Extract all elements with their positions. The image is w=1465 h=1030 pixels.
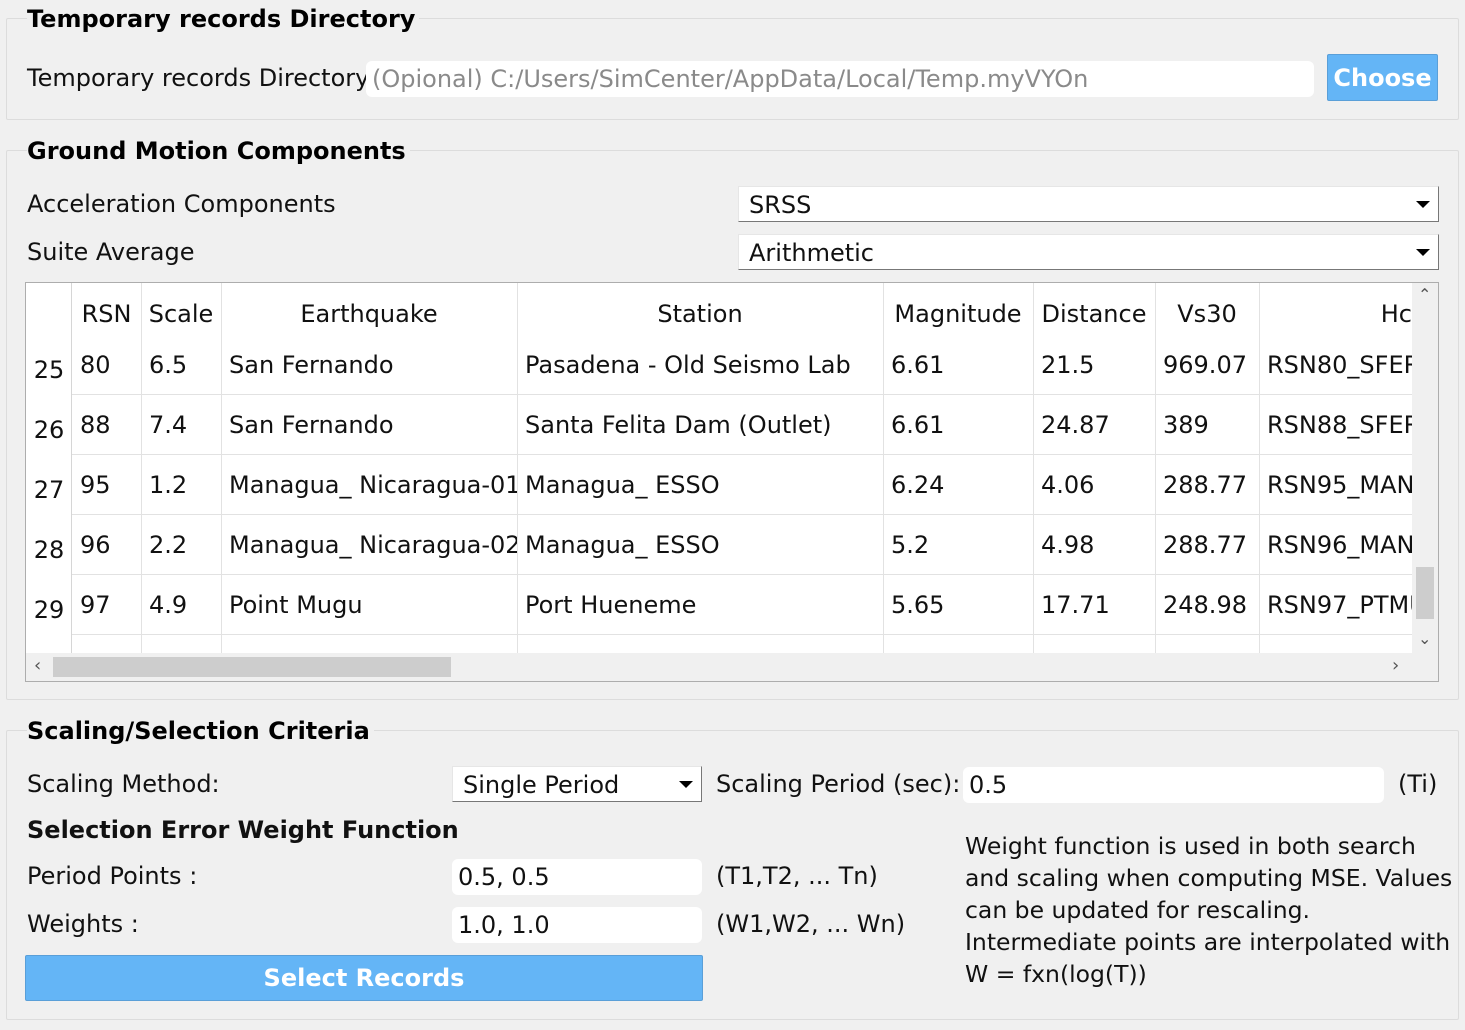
table-cell-distance[interactable]: 17.71 (1033, 579, 1155, 639)
records-table[interactable]: RSN Scale Earthquake Station Magnitude D… (25, 282, 1439, 682)
column-header-distance[interactable]: Distance (1033, 283, 1155, 343)
temp-records-placeholder: (Opional) C:/Users/SimCenter/AppData/Loc… (372, 65, 1089, 93)
scaling-period-input[interactable]: 0.5 (963, 767, 1384, 803)
horizontal-scroll-thumb[interactable] (53, 657, 451, 677)
suite-average-label: Suite Average (27, 238, 195, 266)
row-number: 29 (33, 596, 65, 624)
chevron-up-icon[interactable]: ⌃ (1418, 287, 1431, 303)
table-cell-magnitude[interactable]: 5.2 (883, 519, 1033, 579)
table-cell-vs30[interactable]: 288.77 (1155, 519, 1259, 579)
table-cell-station[interactable]: Managua_ ESSO (517, 459, 883, 519)
table-cell-rsn[interactable]: 88 (72, 399, 141, 459)
note-line: Weight function is used in both search (965, 832, 1416, 860)
table-cell-station[interactable]: Port Hueneme (517, 579, 883, 639)
weight-function-title: Selection Error Weight Function (27, 816, 459, 844)
scaling-selection-group-title: Scaling/Selection Criteria (27, 717, 374, 745)
note-line: Intermediate points are interpolated wit… (965, 928, 1451, 956)
row-number: 26 (33, 416, 65, 444)
weight-function-note: Weight function is used in both search a… (965, 830, 1452, 990)
chevron-down-icon (679, 781, 693, 788)
column-header-station[interactable]: Station (517, 283, 883, 343)
weights-label: Weights : (27, 910, 139, 938)
table-cell-distance[interactable]: 24.87 (1033, 399, 1155, 459)
table-cell-rsn[interactable]: 97 (72, 579, 141, 639)
acceleration-components-select[interactable]: SRSS (738, 186, 1439, 222)
temp-records-dir-input[interactable]: (Opional) C:/Users/SimCenter/AppData/Loc… (366, 61, 1314, 97)
table-cell-station[interactable]: Santa Felita Dam (Outlet) (517, 399, 883, 459)
choose-button[interactable]: Choose (1327, 54, 1438, 101)
chevron-down-icon (1416, 249, 1430, 256)
table-cell-vs30[interactable]: 389 (1155, 399, 1259, 459)
table-cell-scale[interactable]: 4.9 (141, 579, 221, 639)
row-number: 27 (33, 476, 65, 504)
scaling-method-label: Scaling Method: (27, 770, 220, 798)
temp-records-label: Temporary records Directory (27, 64, 370, 92)
table-cell-horizontal[interactable]: RSN88_SFER (1259, 399, 1412, 459)
note-line: can be updated for rescaling. (965, 896, 1311, 924)
note-line: W = fxn(log(T)) (965, 960, 1147, 988)
vertical-scroll-thumb[interactable] (1416, 567, 1434, 619)
table-cell-earthquake[interactable]: Managua_ Nicaragua-01 (221, 459, 517, 519)
table-cell-rsn[interactable]: 80 (72, 339, 141, 399)
scaling-period-label: Scaling Period (sec): (716, 770, 961, 798)
weights-input[interactable]: 1.0, 1.0 (452, 907, 702, 943)
column-header-scale[interactable]: Scale (141, 283, 221, 343)
table-cell-earthquake[interactable]: San Fernando (221, 399, 517, 459)
table-cell-horizontal[interactable]: RSN95_MAN (1259, 459, 1412, 519)
period-points-hint: (T1,T2, ... Tn) (716, 862, 878, 890)
temp-records-group-title: Temporary records Directory (27, 5, 420, 33)
note-line: and scaling when computing MSE. Values (965, 864, 1453, 892)
weights-hint: (W1,W2, ... Wn) (716, 910, 906, 938)
column-header-vs30[interactable]: Vs30 (1155, 283, 1259, 343)
table-cell-scale[interactable]: 1.2 (141, 459, 221, 519)
vertical-scrollbar[interactable]: ⌃ ⌄ (1412, 283, 1438, 653)
select-records-button[interactable]: Select Records (25, 955, 703, 1001)
table-cell-earthquake[interactable]: Managua_ Nicaragua-02 (221, 519, 517, 579)
table-cell-vs30[interactable]: 288.77 (1155, 459, 1259, 519)
table-cell-rsn[interactable]: 95 (72, 459, 141, 519)
table-cell-station[interactable]: Managua_ ESSO (517, 519, 883, 579)
suite-average-select[interactable]: Arithmetic (738, 234, 1439, 270)
table-cell-distance[interactable]: 21.5 (1033, 339, 1155, 399)
table-cell-earthquake[interactable]: Point Mugu (221, 579, 517, 639)
column-header-horizontal[interactable]: Hc (1259, 283, 1412, 343)
table-cell-horizontal[interactable]: RSN97_PTMU (1259, 579, 1412, 639)
table-cell-scale[interactable]: 6.5 (141, 339, 221, 399)
table-cell-distance[interactable]: 4.98 (1033, 519, 1155, 579)
table-cell-rsn[interactable]: 96 (72, 519, 141, 579)
row-number: 28 (33, 536, 65, 564)
period-points-input[interactable]: 0.5, 0.5 (452, 859, 702, 895)
table-cell-vs30[interactable]: 248.98 (1155, 579, 1259, 639)
column-header-rsn[interactable]: RSN (72, 283, 141, 343)
table-cell-vs30[interactable]: 969.07 (1155, 339, 1259, 399)
table-cell-magnitude[interactable]: 6.61 (883, 339, 1033, 399)
acceleration-components-label: Acceleration Components (27, 190, 336, 218)
chevron-left-icon[interactable]: ‹ (34, 657, 41, 675)
table-cell-earthquake[interactable]: San Fernando (221, 339, 517, 399)
table-cell-scale[interactable]: 2.2 (141, 519, 221, 579)
row-number: 25 (33, 356, 65, 384)
table-cell-distance[interactable]: 4.06 (1033, 459, 1155, 519)
table-cell-station[interactable]: Pasadena - Old Seismo Lab (517, 339, 883, 399)
scaling-period-unit: (Ti) (1398, 770, 1438, 798)
chevron-right-icon[interactable]: › (1392, 657, 1399, 675)
ground-motion-group-title: Ground Motion Components (27, 137, 410, 165)
table-cell-magnitude[interactable]: 6.61 (883, 399, 1033, 459)
column-header-magnitude[interactable]: Magnitude (883, 283, 1033, 343)
acceleration-components-value: SRSS (749, 191, 812, 219)
table-cell-magnitude[interactable]: 5.65 (883, 579, 1033, 639)
scaling-method-value: Single Period (463, 771, 620, 799)
table-cell-magnitude[interactable]: 6.24 (883, 459, 1033, 519)
horizontal-scrollbar[interactable]: ‹ › (26, 653, 1438, 681)
table-cell-horizontal[interactable]: RSN80_SFER (1259, 339, 1412, 399)
table-cell-horizontal[interactable]: RSN96_MAN (1259, 519, 1412, 579)
chevron-down-icon[interactable]: ⌄ (1418, 631, 1431, 647)
scaling-method-select[interactable]: Single Period (452, 766, 702, 802)
chevron-down-icon (1416, 201, 1430, 208)
table-cell-scale[interactable]: 7.4 (141, 399, 221, 459)
suite-average-value: Arithmetic (749, 239, 874, 267)
period-points-label: Period Points : (27, 862, 198, 890)
column-header-earthquake[interactable]: Earthquake (221, 283, 517, 343)
